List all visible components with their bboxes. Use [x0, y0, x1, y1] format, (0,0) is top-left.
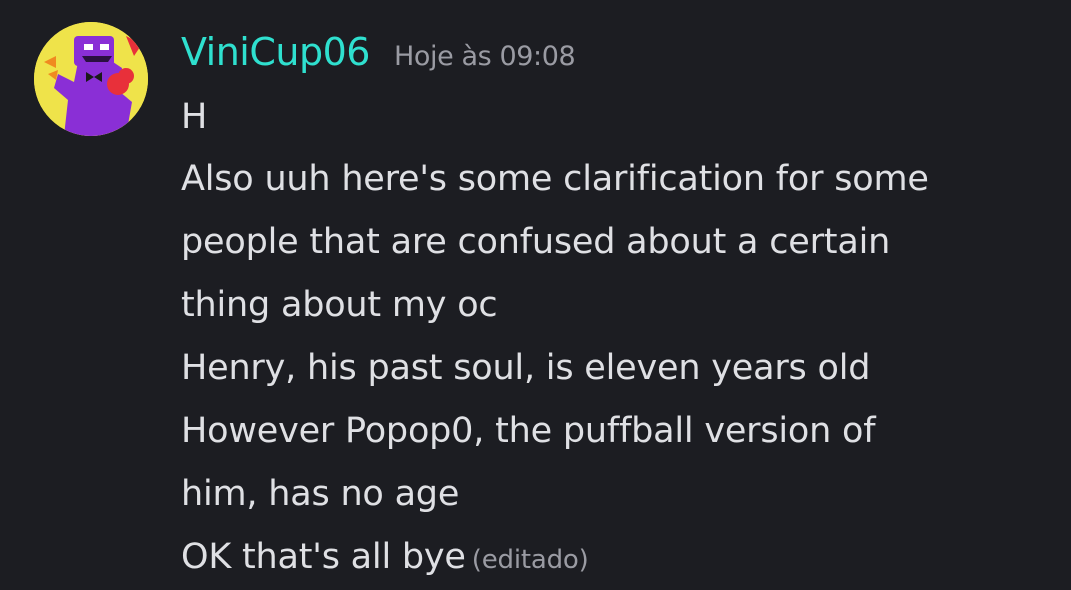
edited-label: (editado) — [471, 545, 589, 575]
message-header: ViniCup06 Hoje às 09:08 — [181, 30, 576, 86]
message-line: people that are confused about a certain — [181, 222, 891, 262]
message-line: Also uuh here's some clarification for s… — [181, 159, 929, 199]
chat-message: ViniCup06 Hoje às 09:08 H Also uuh here'… — [0, 0, 1071, 590]
timestamp: Hoje às 09:08 — [393, 41, 576, 72]
message-body: H Also uuh here's some clarification for… — [181, 86, 1061, 589]
message-line: However Popop0, the puffball version of — [181, 411, 876, 451]
message-line: him, has no age — [181, 474, 460, 514]
username[interactable]: ViniCup06 — [181, 30, 370, 74]
message-line-text: OK that's all bye — [181, 537, 466, 577]
message-last-line: OK that's all bye (editado) — [181, 526, 1061, 589]
message-line: thing about my oc — [181, 285, 498, 325]
message-line: H — [181, 97, 208, 137]
character-avatar-icon — [34, 22, 148, 136]
avatar[interactable] — [34, 22, 148, 136]
message-line: Henry, his past soul, is eleven years ol… — [181, 348, 871, 388]
